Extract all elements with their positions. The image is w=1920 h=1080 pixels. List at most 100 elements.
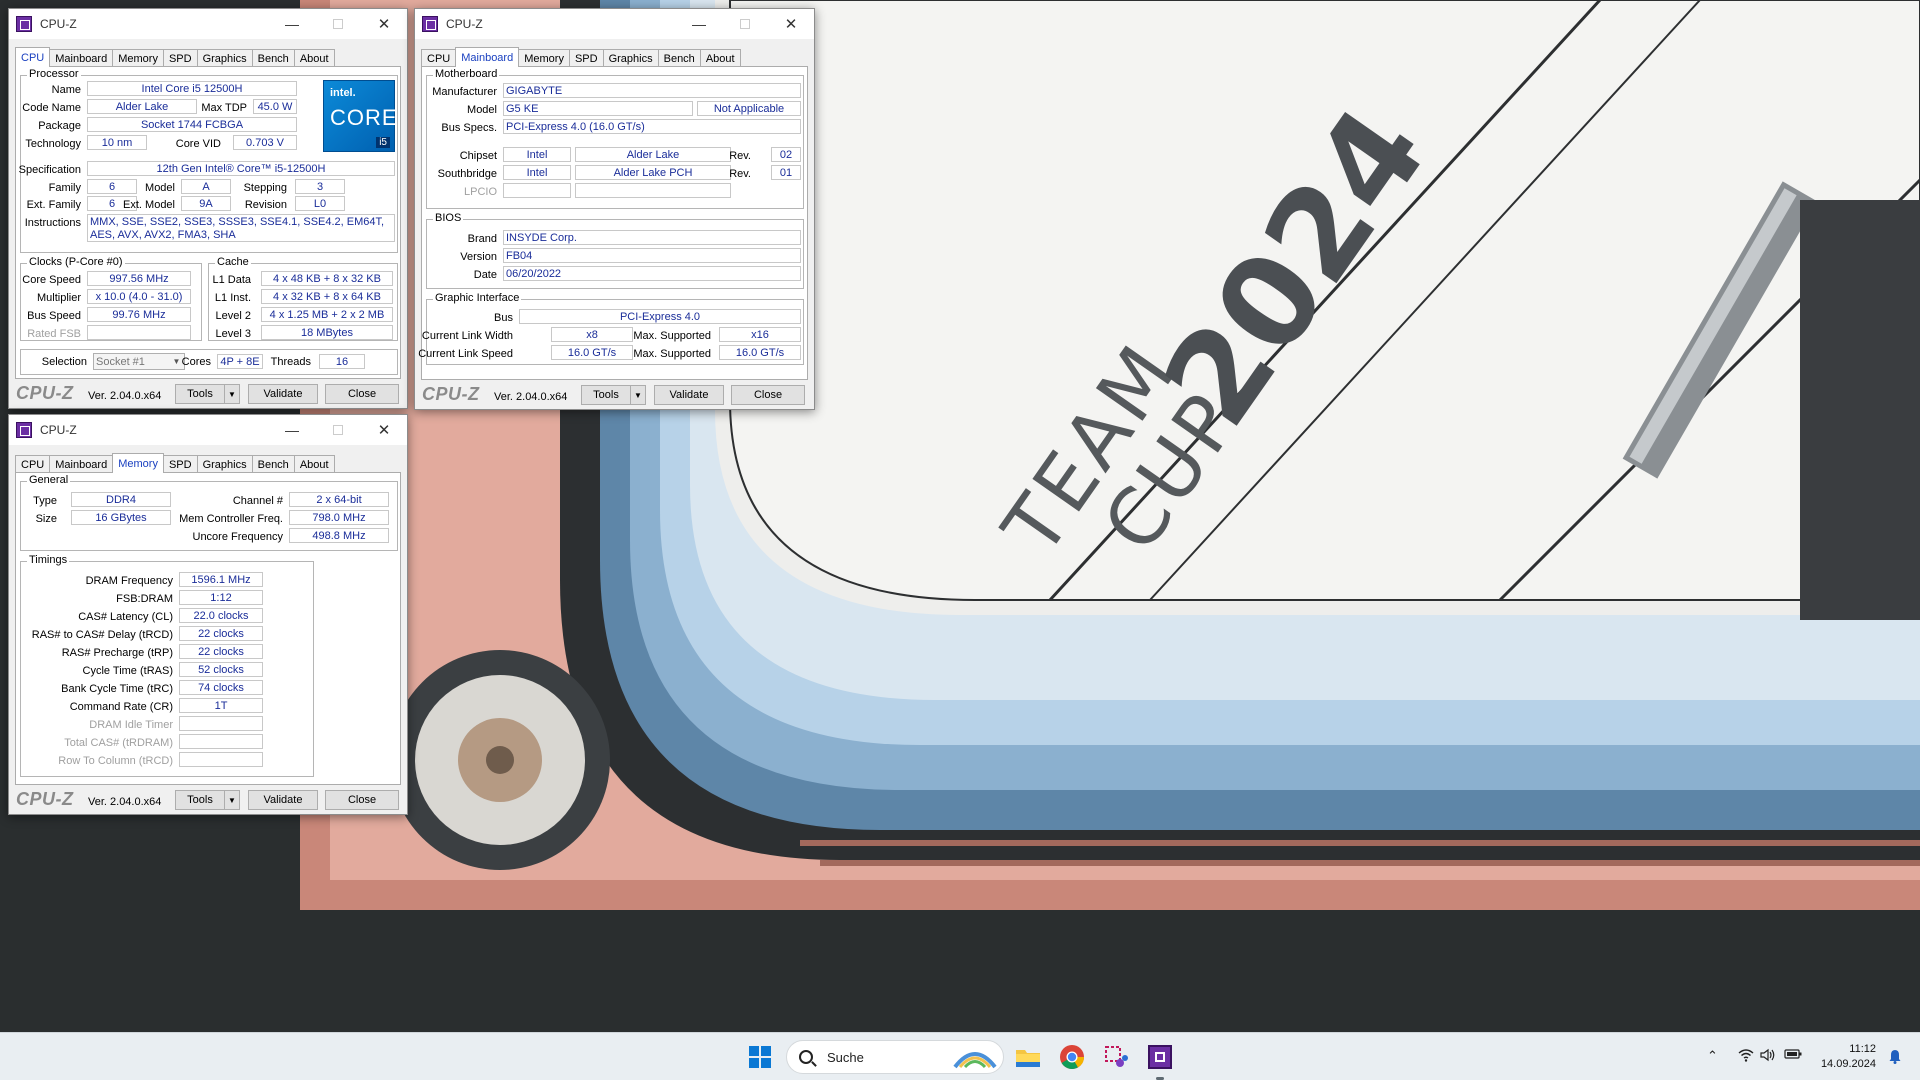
- wifi-icon[interactable]: [1738, 1048, 1754, 1065]
- tab-about[interactable]: About: [293, 455, 335, 473]
- bus-speed-value: 99.76 MHz: [87, 307, 191, 322]
- core-vid-label: Core VID: [175, 138, 221, 150]
- l1-inst-label: L1 Inst.: [214, 292, 251, 304]
- tab-about[interactable]: About: [293, 49, 335, 67]
- max-tdp-value: 45.0 W: [253, 99, 297, 114]
- cpuz-taskbar-icon[interactable]: [1144, 1041, 1176, 1073]
- search-placeholder: Suche: [827, 1049, 864, 1065]
- tab-bar: CPU Mainboard Memory SPD Graphics Bench …: [15, 47, 335, 67]
- tools-button[interactable]: Tools: [581, 385, 631, 405]
- battery-icon[interactable]: [1784, 1048, 1802, 1063]
- tab-cpu[interactable]: CPU: [15, 455, 51, 473]
- timing-label: Command Rate (CR): [69, 701, 173, 713]
- tab-mainboard[interactable]: Mainboard: [49, 49, 114, 67]
- timing-label: Total CAS# (tRDRAM): [64, 737, 173, 749]
- window-title: CPU-Z: [40, 17, 77, 31]
- l1-data-value: 4 x 48 KB + 8 x 32 KB: [261, 271, 393, 286]
- maximize-button[interactable]: [315, 415, 361, 445]
- bios-date-label: Date: [473, 269, 497, 281]
- timing-value: [179, 734, 263, 749]
- tab-cpu[interactable]: CPU: [421, 49, 457, 67]
- tab-about[interactable]: About: [699, 49, 741, 67]
- cpuz-window-cpu: CPU-Z — ✕ CPU Mainboard Memory SPD Graph…: [8, 8, 408, 409]
- mem-controller-freq-label: Mem Controller Freq.: [179, 513, 283, 525]
- title-bar[interactable]: CPU-Z — ✕: [415, 9, 814, 39]
- tab-bar: CPU Mainboard Memory SPD Graphics Bench …: [15, 453, 335, 473]
- package-label: Package: [38, 120, 81, 132]
- tab-bench[interactable]: Bench: [251, 455, 295, 473]
- cpuz-brand: CPU-Z: [16, 789, 74, 809]
- tools-button[interactable]: Tools: [175, 790, 225, 810]
- tab-graphics[interactable]: Graphics: [196, 455, 253, 473]
- maximize-button[interactable]: [722, 9, 768, 39]
- link-width-label: Current Link Width: [421, 330, 513, 342]
- close-window-button[interactable]: ✕: [768, 9, 814, 39]
- tab-spd[interactable]: SPD: [162, 49, 198, 67]
- volume-icon[interactable]: [1760, 1048, 1776, 1065]
- bios-group-label: BIOS: [433, 212, 464, 224]
- level3-label: Level 3: [215, 328, 251, 340]
- tab-memory[interactable]: Memory: [112, 49, 164, 67]
- close-button[interactable]: Close: [325, 790, 399, 810]
- validate-button[interactable]: Validate: [248, 790, 318, 810]
- window-footer: CPU-Z Ver. 2.04.0.x64 Tools ▼ Validate C…: [415, 381, 814, 409]
- tab-memory[interactable]: Memory: [112, 453, 164, 473]
- start-button[interactable]: [744, 1041, 776, 1073]
- tab-spd[interactable]: SPD: [162, 455, 198, 473]
- bios-version-label: Version: [460, 251, 497, 263]
- close-button[interactable]: Close: [731, 385, 805, 405]
- socket-select[interactable]: Socket #1 ▼: [93, 353, 185, 370]
- snipping-tool-icon[interactable]: [1100, 1041, 1132, 1073]
- specification-label: Specification: [18, 164, 81, 176]
- tools-dropdown-button[interactable]: ▼: [630, 385, 646, 405]
- intel-core-i5-logo: intel. CORE i5: [323, 80, 397, 152]
- window-title: CPU-Z: [446, 17, 483, 31]
- maximize-button[interactable]: [315, 9, 361, 39]
- timing-label: Row To Column (tRCD): [58, 755, 173, 767]
- model-label: Model: [467, 104, 497, 116]
- tab-memory[interactable]: Memory: [518, 49, 570, 67]
- title-bar[interactable]: CPU-Z — ✕: [9, 9, 407, 39]
- validate-button[interactable]: Validate: [248, 384, 318, 404]
- max-width-label: Max. Supported: [633, 330, 711, 342]
- chevron-up-icon[interactable]: ⌃: [1707, 1048, 1718, 1064]
- taskbar-clock[interactable]: 11:12 14.09.2024: [1821, 1042, 1876, 1072]
- uncore-frequency-label: Uncore Frequency: [192, 531, 284, 543]
- search-icon: [799, 1050, 813, 1064]
- tab-spd[interactable]: SPD: [568, 49, 604, 67]
- tab-mainboard[interactable]: Mainboard: [49, 455, 114, 473]
- tab-cpu[interactable]: CPU: [15, 47, 51, 67]
- l1-inst-value: 4 x 32 KB + 8 x 64 KB: [261, 289, 393, 304]
- minimize-button[interactable]: —: [269, 9, 315, 39]
- core-vid-value: 0.703 V: [233, 135, 297, 150]
- graphic-interface-group-label: Graphic Interface: [433, 292, 522, 304]
- tab-bench[interactable]: Bench: [251, 49, 295, 67]
- chrome-icon[interactable]: [1056, 1041, 1088, 1073]
- close-window-button[interactable]: ✕: [361, 415, 407, 445]
- close-window-button[interactable]: ✕: [361, 9, 407, 39]
- manufacturer-value: GIGABYTE: [503, 83, 801, 98]
- technology-value: 10 nm: [87, 135, 147, 150]
- taskbar-search-box[interactable]: Suche: [786, 1040, 1004, 1074]
- cpuz-app-icon: [16, 16, 32, 32]
- mem-controller-freq-value: 798.0 MHz: [289, 510, 389, 525]
- bios-date-value: 06/20/2022: [503, 266, 801, 281]
- file-explorer-icon[interactable]: [1012, 1041, 1044, 1073]
- tab-graphics[interactable]: Graphics: [196, 49, 253, 67]
- chipset-vendor-value: Intel: [503, 147, 571, 162]
- tab-graphics[interactable]: Graphics: [602, 49, 659, 67]
- tools-dropdown-button[interactable]: ▼: [224, 790, 240, 810]
- close-button[interactable]: Close: [325, 384, 399, 404]
- minimize-button[interactable]: —: [269, 415, 315, 445]
- tab-mainboard[interactable]: Mainboard: [455, 47, 520, 67]
- cpuz-app-icon: [422, 16, 438, 32]
- validate-button[interactable]: Validate: [654, 385, 724, 405]
- tab-bench[interactable]: Bench: [657, 49, 701, 67]
- cpuz-app-icon: [16, 422, 32, 438]
- tools-button[interactable]: Tools: [175, 384, 225, 404]
- notification-bell-icon[interactable]: [1888, 1048, 1902, 1067]
- cpuz-brand: CPU-Z: [16, 383, 74, 403]
- tools-dropdown-button[interactable]: ▼: [224, 384, 240, 404]
- title-bar[interactable]: CPU-Z — ✕: [9, 415, 407, 445]
- minimize-button[interactable]: —: [676, 9, 722, 39]
